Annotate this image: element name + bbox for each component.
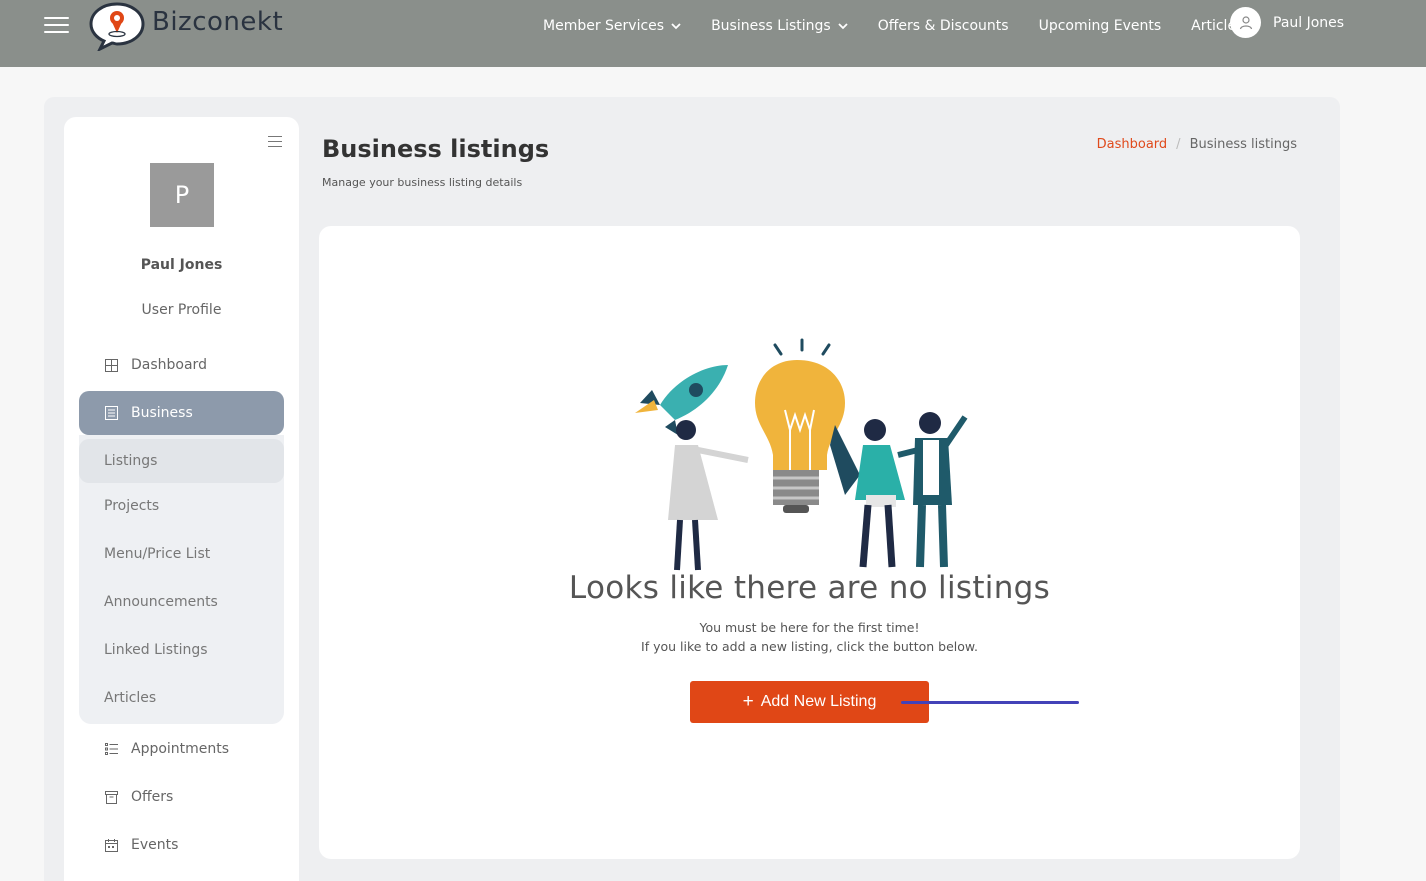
nav-offers-discounts[interactable]: Offers & Discounts bbox=[878, 18, 1009, 34]
sidebar-item-label: Appointments bbox=[131, 741, 230, 757]
sidebar-item-label: Events bbox=[131, 837, 179, 853]
calendar-icon bbox=[105, 838, 119, 852]
logo-bubble-icon bbox=[89, 2, 145, 51]
sidebar-item-offers[interactable]: Offers bbox=[79, 775, 284, 819]
user-profile-link[interactable]: User Profile bbox=[64, 302, 299, 318]
user-name: Paul Jones bbox=[1273, 14, 1345, 31]
person-woman-left bbox=[668, 420, 749, 571]
add-new-listing-label: Add New Listing bbox=[760, 693, 877, 710]
sidebar-item-label: Dashboard bbox=[131, 357, 207, 373]
nav-label: Offers & Discounts bbox=[877, 18, 1009, 34]
sidebar-item-listings[interactable]: Listings bbox=[79, 439, 284, 483]
nav-business-listings[interactable]: Business Listings bbox=[711, 18, 848, 34]
user-menu[interactable]: Paul Jones bbox=[1230, 7, 1344, 38]
sidebar-item-linked-listings[interactable]: Linked Listings bbox=[79, 628, 284, 672]
sidebar-item-articles[interactable]: Articles bbox=[79, 676, 284, 720]
user-icon bbox=[1230, 7, 1261, 38]
page-subtitle: Manage your business listing details bbox=[322, 176, 523, 189]
breadcrumb-current: Business listings bbox=[1189, 137, 1297, 152]
brand-logo[interactable]: Bizconekt bbox=[88, 0, 283, 52]
sidebar: P Paul Jones User Profile Dashboard Busi… bbox=[64, 117, 299, 881]
avatar: P bbox=[150, 163, 214, 227]
sidebar-item-events[interactable]: Events bbox=[79, 823, 284, 867]
chevron-down-icon bbox=[838, 23, 848, 30]
sidebar-item-dashboard[interactable]: Dashboard bbox=[79, 343, 284, 387]
brand-name: Bizconekt bbox=[152, 7, 284, 37]
top-navbar: Bizconekt Member Services Business Listi… bbox=[0, 0, 1426, 67]
sidebar-item-label: Offers bbox=[131, 789, 174, 805]
person-woman-middle bbox=[830, 419, 905, 568]
sidebar-item-label: Business bbox=[131, 405, 193, 421]
nav-label: Business Listings bbox=[711, 18, 831, 34]
breadcrumb-dashboard-link[interactable]: Dashboard bbox=[1097, 137, 1168, 152]
nav-member-services[interactable]: Member Services bbox=[543, 18, 681, 34]
sidebar-item-business[interactable]: Business bbox=[79, 391, 284, 435]
sidebar-item-appointments[interactable]: Appointments bbox=[79, 727, 284, 771]
sidebar-item-projects[interactable]: Projects bbox=[79, 484, 284, 528]
person-man-right bbox=[897, 412, 968, 568]
add-new-listing-button[interactable]: + Add New Listing bbox=[690, 681, 929, 723]
empty-state-illustration bbox=[635, 338, 968, 571]
breadcrumb-separator: / bbox=[1176, 137, 1181, 152]
list-icon bbox=[105, 742, 119, 756]
sidebar-toggle-icon[interactable] bbox=[268, 136, 282, 151]
annotation-underline bbox=[901, 701, 1079, 704]
plus-icon: + bbox=[742, 691, 754, 712]
nav-upcoming-events[interactable]: Upcoming Events bbox=[1039, 18, 1162, 34]
lightbulb-icon bbox=[755, 360, 845, 513]
nav-label: Member Services bbox=[543, 18, 665, 34]
main-nav: Member Services Business Listings Offers… bbox=[543, 18, 1273, 34]
sidebar-item-announcements[interactable]: Announcements bbox=[79, 580, 284, 624]
menu-icon[interactable] bbox=[44, 17, 69, 35]
empty-state-title: Looks like there are no listings bbox=[568, 570, 1051, 606]
chevron-down-icon bbox=[671, 23, 681, 30]
grid-icon bbox=[105, 358, 119, 372]
nav-label: Upcoming Events bbox=[1038, 18, 1162, 34]
sidebar-user-name: Paul Jones bbox=[140, 257, 223, 273]
lightbulb-rays bbox=[773, 338, 831, 356]
archive-icon bbox=[105, 790, 119, 804]
breadcrumb: Dashboard / Business listings bbox=[1097, 137, 1297, 152]
page-title: Business listings bbox=[322, 135, 550, 163]
empty-state-message: You must be here for the first time! bbox=[699, 620, 920, 635]
empty-state-instruction: If you like to add a new listing, click … bbox=[641, 639, 978, 654]
building-icon bbox=[105, 406, 119, 420]
sidebar-item-menu-price-list[interactable]: Menu/Price List bbox=[79, 532, 284, 576]
